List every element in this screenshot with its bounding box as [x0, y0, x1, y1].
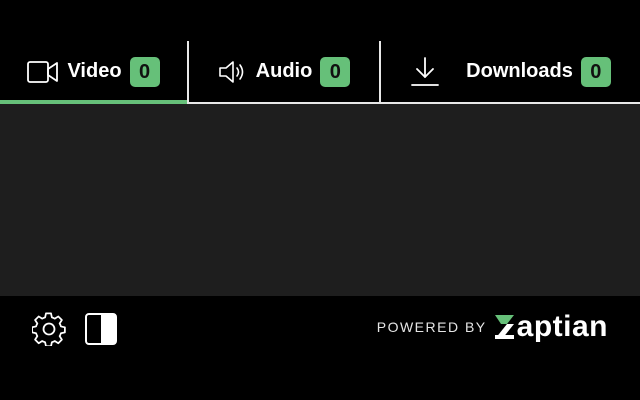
theme-toggle-button[interactable]: [84, 313, 118, 345]
tab-audio-label: Audio: [255, 60, 313, 82]
speaker-icon: [218, 60, 248, 84]
tab-downloads-label: Downloads: [466, 60, 573, 82]
tab-audio[interactable]: Audio 0: [187, 41, 379, 102]
tab-bar: Video 0 Audio 0 Downloads 0: [0, 41, 640, 104]
zaptian-logo[interactable]: aptian: [493, 310, 608, 344]
zaptian-z-mark: [494, 315, 514, 339]
gear-icon: [31, 312, 66, 350]
tab-audio-count-badge: 0: [320, 56, 351, 87]
tab-video-label: Video: [67, 60, 122, 82]
footer: POWERED BY aptian: [0, 296, 640, 400]
tab-downloads-count-badge: 0: [580, 56, 611, 87]
zaptian-wordmark: aptian: [516, 310, 608, 343]
tab-video-count-badge: 0: [129, 56, 160, 87]
powered-by-text: POWERED BY: [376, 319, 487, 335]
powered-by-branding: POWERED BY aptian: [377, 310, 608, 344]
tab-downloads[interactable]: Downloads 0: [379, 41, 640, 102]
tab-video[interactable]: Video 0: [0, 41, 187, 104]
video-camera-icon: [27, 60, 59, 84]
settings-button[interactable]: [31, 312, 66, 348]
contrast-icon: [84, 313, 118, 349]
download-icon: [410, 56, 440, 88]
media-list-panel: [0, 104, 640, 296]
